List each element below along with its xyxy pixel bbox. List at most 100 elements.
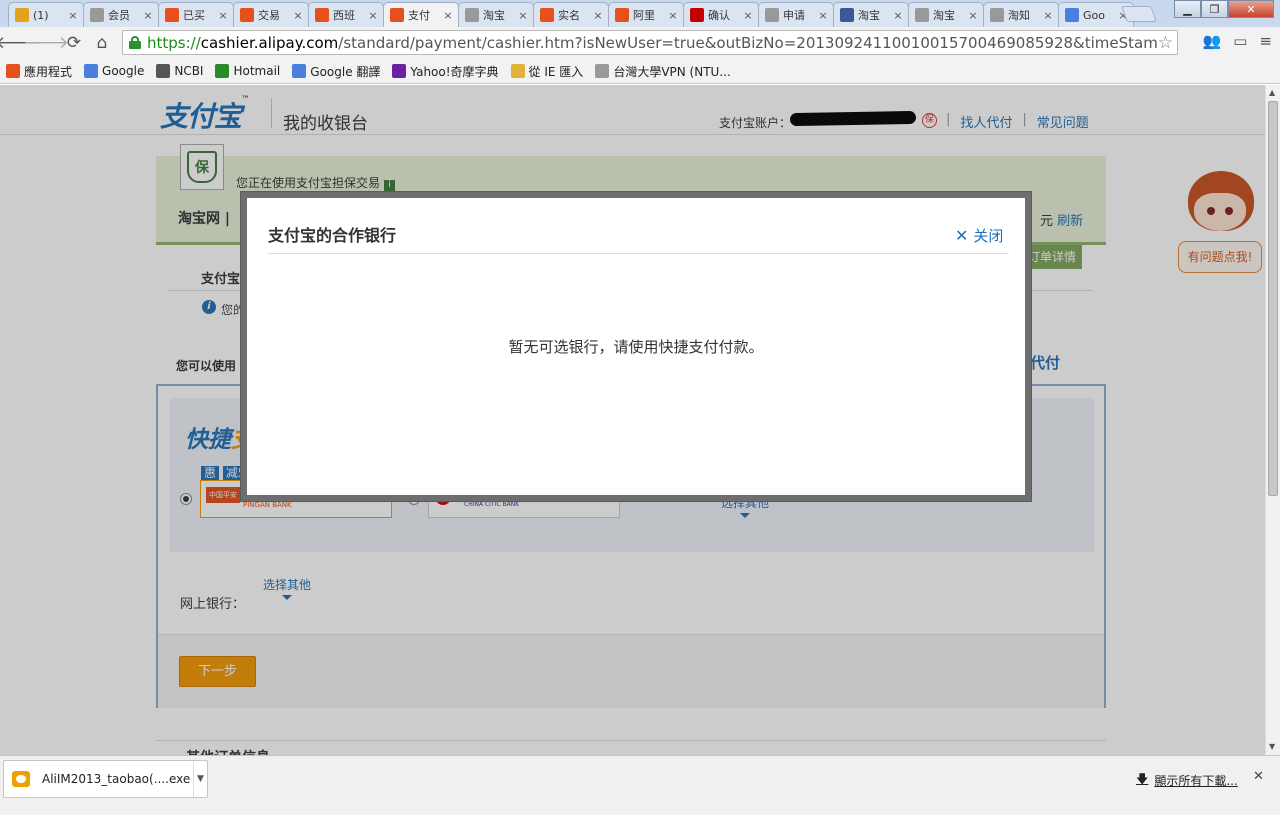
download-arrow-icon: 🡇 <box>1136 772 1149 786</box>
bookmark-label: Google 翻譯 <box>310 64 381 79</box>
bookmark-label: NCBI <box>174 64 204 78</box>
tab-close-icon[interactable]: × <box>217 9 229 22</box>
google-translate-icon <box>292 64 307 78</box>
installer-icon <box>12 771 30 787</box>
tab-close-icon[interactable]: × <box>667 9 679 22</box>
tab-title: Goo <box>1083 8 1105 22</box>
taobao-icon <box>165 8 179 22</box>
tab-3[interactable]: 交易 × <box>233 2 309 27</box>
download-item[interactable]: AliIM2013_taobao(....exe ▼ <box>3 760 208 798</box>
bookmark-item[interactable]: 從 IE 匯入 <box>510 63 584 80</box>
bookmark-item[interactable]: 台灣大學VPN (NTU... <box>595 63 731 80</box>
bookmark-label: 應用程式 <box>24 64 73 79</box>
new-tab-button[interactable] <box>1121 6 1157 22</box>
tab-12[interactable]: 淘宝 × <box>908 2 984 27</box>
page-icon <box>915 8 929 22</box>
tab-close-icon[interactable]: × <box>1042 9 1054 22</box>
tab-2[interactable]: 已买 × <box>158 2 234 27</box>
show-all-downloads-link[interactable]: 🡇 顯示所有下載... <box>1136 770 1238 791</box>
lock-icon <box>129 36 141 49</box>
bookmark-star-icon[interactable]: ☆ <box>1158 33 1173 53</box>
tab-title: 西班 <box>333 9 355 22</box>
tab-close-icon[interactable]: × <box>367 9 379 22</box>
scroll-thumb[interactable] <box>1268 101 1278 496</box>
tab-close-icon[interactable]: × <box>517 9 529 22</box>
minimize-button[interactable]: ▁ <box>1174 0 1201 18</box>
folder-icon <box>510 64 525 78</box>
window-close-button[interactable]: ✕ <box>1228 0 1274 18</box>
page-icon <box>990 8 1004 22</box>
tab-title: 实名 <box>558 9 580 22</box>
address-bar[interactable]: https://cashier.alipay.com/standard/paym… <box>122 30 1178 55</box>
tab-close-icon[interactable]: × <box>592 9 604 22</box>
bookmark-label: Hotmail <box>233 64 281 78</box>
taobao-icon <box>615 8 629 22</box>
page-icon <box>465 8 479 22</box>
modal-close-button[interactable]: ✕ 关闭 <box>955 225 1003 246</box>
tab-title: 支付 <box>408 9 430 22</box>
close-icon: ✕ <box>955 226 969 245</box>
tab-close-icon[interactable]: × <box>292 9 304 22</box>
google-icon <box>84 64 99 78</box>
tab-6[interactable]: 淘宝 × <box>458 2 534 27</box>
menu-icon[interactable]: ≡ <box>1259 32 1272 50</box>
google-icon <box>1065 8 1079 22</box>
tab-1[interactable]: 会员 × <box>83 2 159 27</box>
bookmark-item[interactable]: NCBI <box>156 64 203 78</box>
bookmark-label: Yahoo!奇摩字典 <box>410 64 499 79</box>
page-icon <box>90 8 104 22</box>
tab-title: 淘宝 <box>933 9 955 22</box>
bookmarks-bar: 應用程式 Google NCBI Hotmail Google 翻譯 Yahoo!奇摩字典… <box>0 59 1280 84</box>
bookmark-item[interactable]: Hotmail <box>215 64 280 78</box>
tab-close-icon[interactable]: × <box>967 9 979 22</box>
home-button[interactable]: ⌂ <box>88 29 116 57</box>
alipay-icon <box>390 8 404 22</box>
tab-title: 淘宝 <box>858 9 880 22</box>
tab-8[interactable]: 阿里 × <box>608 2 684 27</box>
google-drive-icon <box>15 8 29 22</box>
bookmark-label: Google <box>102 64 145 78</box>
reload-button[interactable]: ⟳ <box>60 29 88 57</box>
page-scrollbar[interactable]: ▲ ▼ <box>1265 85 1280 755</box>
window-controls: ▁ ❐ ✕ <box>1174 0 1274 18</box>
tab-close-icon[interactable]: × <box>742 9 754 22</box>
tab-13[interactable]: 淘知 × <box>983 2 1059 27</box>
browser-toolbar: 🡐 🡒 ⟳ ⌂ https://cashier.alipay.com/stand… <box>0 27 1280 59</box>
bookmark-item[interactable]: 應用程式 <box>6 63 72 80</box>
ncbi-icon <box>156 64 171 78</box>
extension-icon[interactable]: 👥 <box>1203 32 1222 50</box>
tab-title: 阿里 <box>633 9 655 22</box>
tab-5[interactable]: 支付 × <box>383 2 459 27</box>
tab-0[interactable]: (1) × <box>8 2 84 27</box>
modal-title: 支付宝的合作银行 <box>268 226 397 245</box>
tab-close-icon[interactable]: × <box>442 9 454 22</box>
window-icon[interactable]: ▭ <box>1233 32 1247 50</box>
page-icon <box>765 8 779 22</box>
forward-button[interactable]: 🡒 <box>23 29 69 57</box>
tab-close-icon[interactable]: × <box>67 9 79 22</box>
tab-close-icon[interactable]: × <box>142 9 154 22</box>
tab-title: 申请 <box>783 9 805 22</box>
shelf-close-icon[interactable]: ✕ <box>1253 769 1264 784</box>
tab-4[interactable]: 西班 × <box>308 2 384 27</box>
bookmark-item[interactable]: Google <box>84 64 144 78</box>
url-text: https://cashier.alipay.com/standard/paym… <box>147 33 1158 52</box>
tab-10[interactable]: 申请 × <box>758 2 834 27</box>
tab-close-icon[interactable]: × <box>817 9 829 22</box>
bookmark-label: 從 IE 匯入 <box>528 64 584 79</box>
tab-close-icon[interactable]: × <box>892 9 904 22</box>
modal-message: 暂无可选银行，请使用快捷支付付款。 <box>508 338 764 356</box>
taobao-icon <box>240 8 254 22</box>
maximize-button[interactable]: ❐ <box>1201 0 1228 18</box>
bookmark-item[interactable]: Yahoo!奇摩字典 <box>392 63 499 80</box>
download-filename: AliIM2013_taobao(....exe <box>42 772 191 786</box>
tab-9[interactable]: 确认 × <box>683 2 759 27</box>
bookmark-item[interactable]: Google 翻譯 <box>292 63 380 80</box>
download-menu-arrow[interactable]: ▼ <box>193 761 207 797</box>
tab-7[interactable]: 实名 × <box>533 2 609 27</box>
tab-11[interactable]: 淘宝 × <box>833 2 909 27</box>
tab-title: (1) <box>33 8 49 22</box>
alipay-icon <box>540 8 554 22</box>
bookmark-label: 台灣大學VPN (NTU... <box>613 64 731 79</box>
page-icon <box>595 64 610 78</box>
